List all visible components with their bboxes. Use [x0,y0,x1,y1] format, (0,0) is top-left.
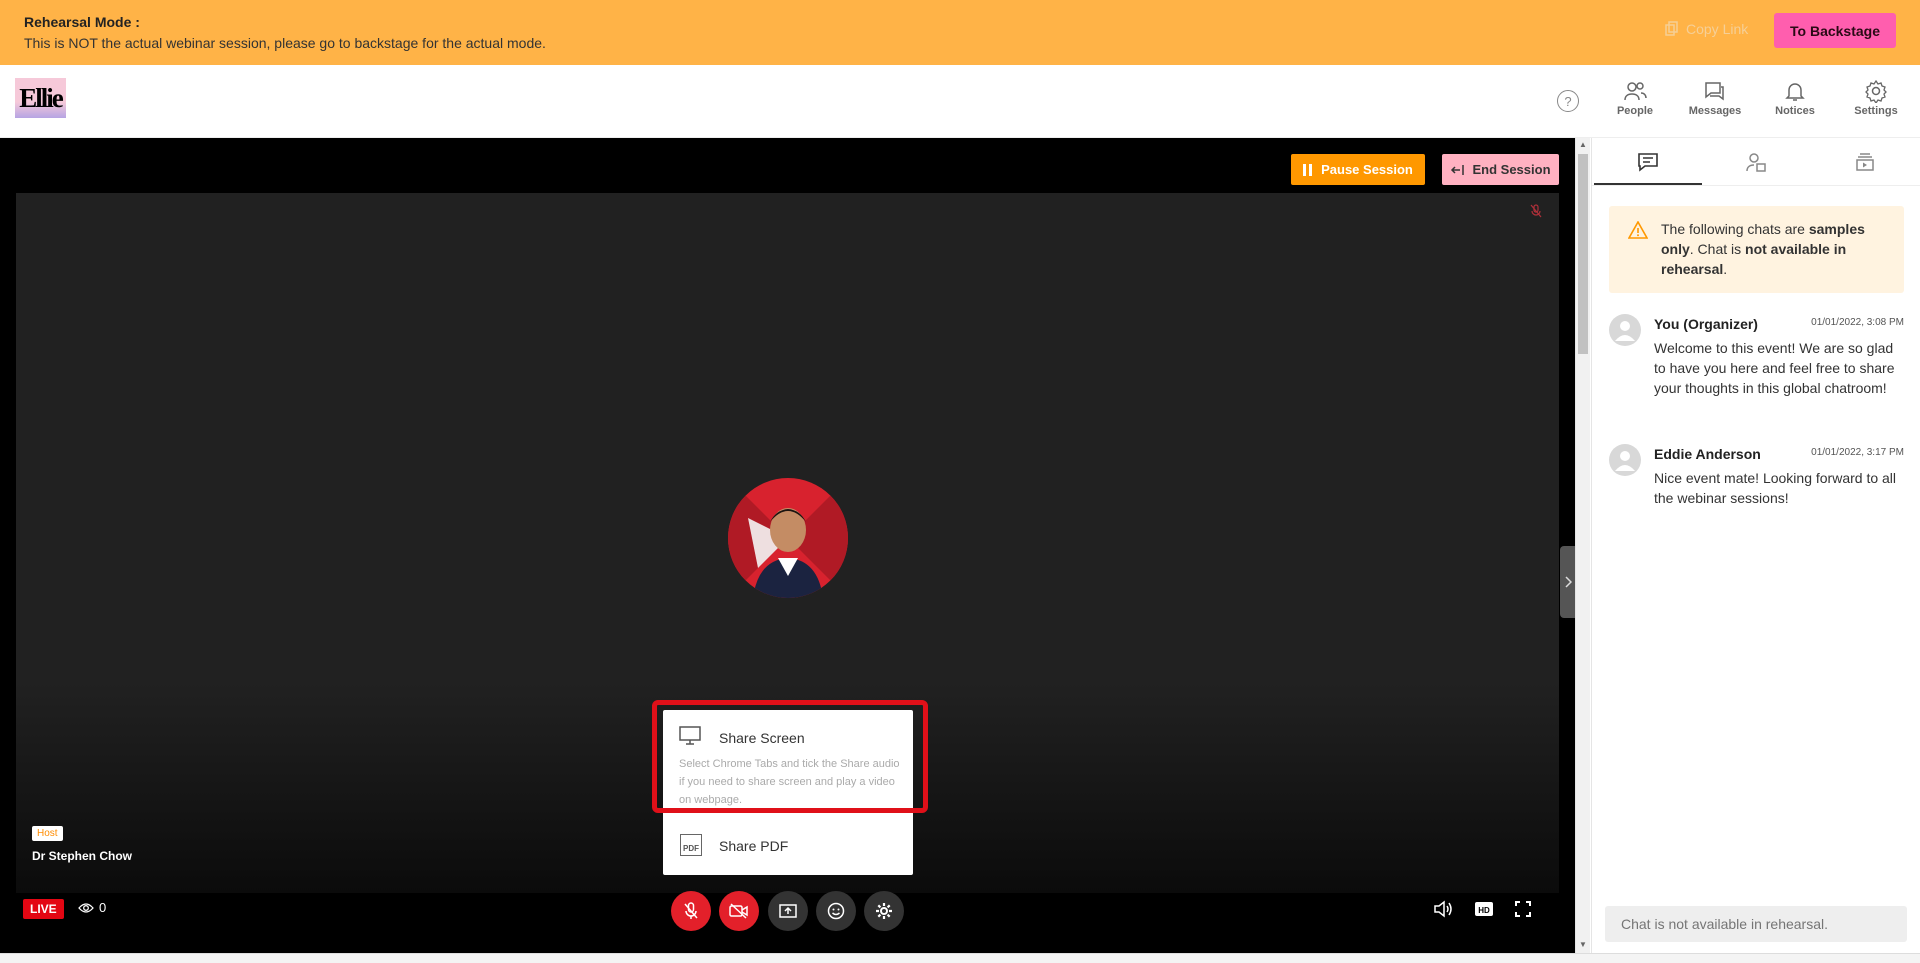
end-session-label: End Session [1472,162,1551,177]
nav-notices[interactable]: Notices [1760,79,1830,117]
host-name: Dr Stephen Chow [32,849,133,863]
mic-toggle-button[interactable] [671,891,711,931]
message-timestamp: 01/01/2022, 3:17 PM [1811,447,1904,458]
hd-quality-button[interactable]: HD [1474,900,1494,923]
notice-mid: . Chat is [1689,241,1746,257]
to-backstage-button[interactable]: To Backstage [1774,13,1896,48]
people-icon [1624,82,1647,101]
mic-off-icon [684,902,698,919]
bell-icon [1785,83,1805,101]
volume-button[interactable] [1433,900,1453,923]
chat-message: You (Organizer) 01/01/2022, 3:08 PM Welc… [1609,314,1904,424]
emoji-icon [827,902,845,920]
live-badge: LIVE [23,899,64,919]
eye-icon [78,902,94,913]
tab-participants[interactable] [1736,148,1776,176]
notice-prefix: The following chats are [1661,221,1809,237]
share-pdf-title: Share PDF [719,838,789,854]
messages-icon [1705,82,1724,101]
copy-link-label: Copy Link [1686,21,1749,37]
nav-settings-label: Settings [1854,105,1898,117]
pause-session-label: Pause Session [1321,162,1413,177]
end-session-button[interactable]: End Session [1442,154,1559,185]
exit-icon [1451,164,1465,175]
reactions-button[interactable] [816,891,856,931]
scroll-up-arrow-icon[interactable]: ▲ [1579,140,1587,149]
avatar [1609,314,1641,346]
tab-chat[interactable] [1628,148,1668,176]
speaker-icon [1434,900,1452,918]
warning-icon [1628,221,1648,239]
video-stage: Pause Session End Session Share Screen S… [0,138,1575,953]
host-badge: Host [32,826,63,841]
media-playlist-icon [1856,153,1874,171]
svg-text:HD: HD [1478,906,1490,915]
message-timestamp: 01/01/2022, 3:08 PM [1811,317,1904,328]
nav-people-label: People [1616,105,1654,117]
viewer-count-value: 0 [99,900,107,915]
active-tab-indicator [1594,183,1702,185]
avatar [1609,444,1641,476]
fullscreen-button[interactable] [1514,900,1532,923]
copy-link-button[interactable]: Copy Link [1664,21,1748,37]
mic-muted-indicator-icon [1530,204,1542,221]
message-text: Welcome to this event! We are so glad to… [1654,340,1895,396]
camera-off-icon [729,903,748,919]
gear-icon [876,903,892,919]
notice-text: The following chats are samples only. Ch… [1661,219,1896,279]
nav-messages[interactable]: Messages [1680,79,1750,117]
logo[interactable]: Ellie [15,78,66,118]
hd-icon: HD [1475,902,1493,916]
tab-media[interactable] [1845,148,1885,176]
participants-icon [1746,153,1766,172]
help-icon[interactable]: ? [1557,90,1579,112]
scrollbar-thumb[interactable] [1578,154,1588,354]
notice-suffix: . [1723,261,1728,277]
host-avatar [728,478,848,598]
annotation-highlight-box [652,700,928,813]
nav-messages-label: Messages [1688,105,1742,117]
top-header: Ellie ? People Messages Notices Settings [0,65,1920,138]
scroll-down-arrow-icon[interactable]: ▼ [1579,940,1587,949]
nav-settings[interactable]: Settings [1841,79,1911,117]
rehearsal-banner: Rehearsal Mode : This is NOT the actual … [0,0,1920,65]
fullscreen-icon [1515,901,1531,917]
viewer-count: 0 [78,900,106,915]
message-sender: You (Organizer) [1654,316,1758,332]
logo-text: Ellie [19,82,63,113]
nav-people[interactable]: People [1600,79,1670,117]
pause-session-button[interactable]: Pause Session [1291,154,1425,185]
copy-icon [1665,21,1678,36]
chevron-right-icon [1564,576,1572,588]
panel-tabs [1592,138,1920,186]
gear-icon [1865,79,1887,103]
pause-icon [1303,163,1313,176]
nav-notices-label: Notices [1775,105,1815,117]
message-sender: Eddie Anderson [1654,446,1761,462]
share-screen-button[interactable] [768,891,808,931]
banner-title: Rehearsal Mode : [24,14,140,30]
device-settings-button[interactable] [864,891,904,931]
camera-toggle-button[interactable] [719,891,759,931]
banner-text: This is NOT the actual webinar session, … [24,35,546,51]
chat-message: Eddie Anderson 01/01/2022, 3:17 PM Nice … [1609,444,1904,514]
sample-chat-notice: The following chats are samples only. Ch… [1609,206,1904,293]
chat-panel: The following chats are samples only. Ch… [1591,138,1920,953]
pdf-icon: PDF [680,834,702,856]
collapse-panel-toggle[interactable] [1560,546,1575,618]
share-screen-icon [779,904,797,918]
share-pdf-option[interactable]: PDF Share PDF [663,828,913,868]
message-text: Nice event mate! Looking forward to all … [1654,470,1897,506]
chat-input[interactable] [1605,906,1907,942]
bottom-strip [0,953,1920,963]
chat-icon [1638,153,1658,172]
page-scrollbar[interactable]: ▲ ▼ [1575,138,1590,953]
